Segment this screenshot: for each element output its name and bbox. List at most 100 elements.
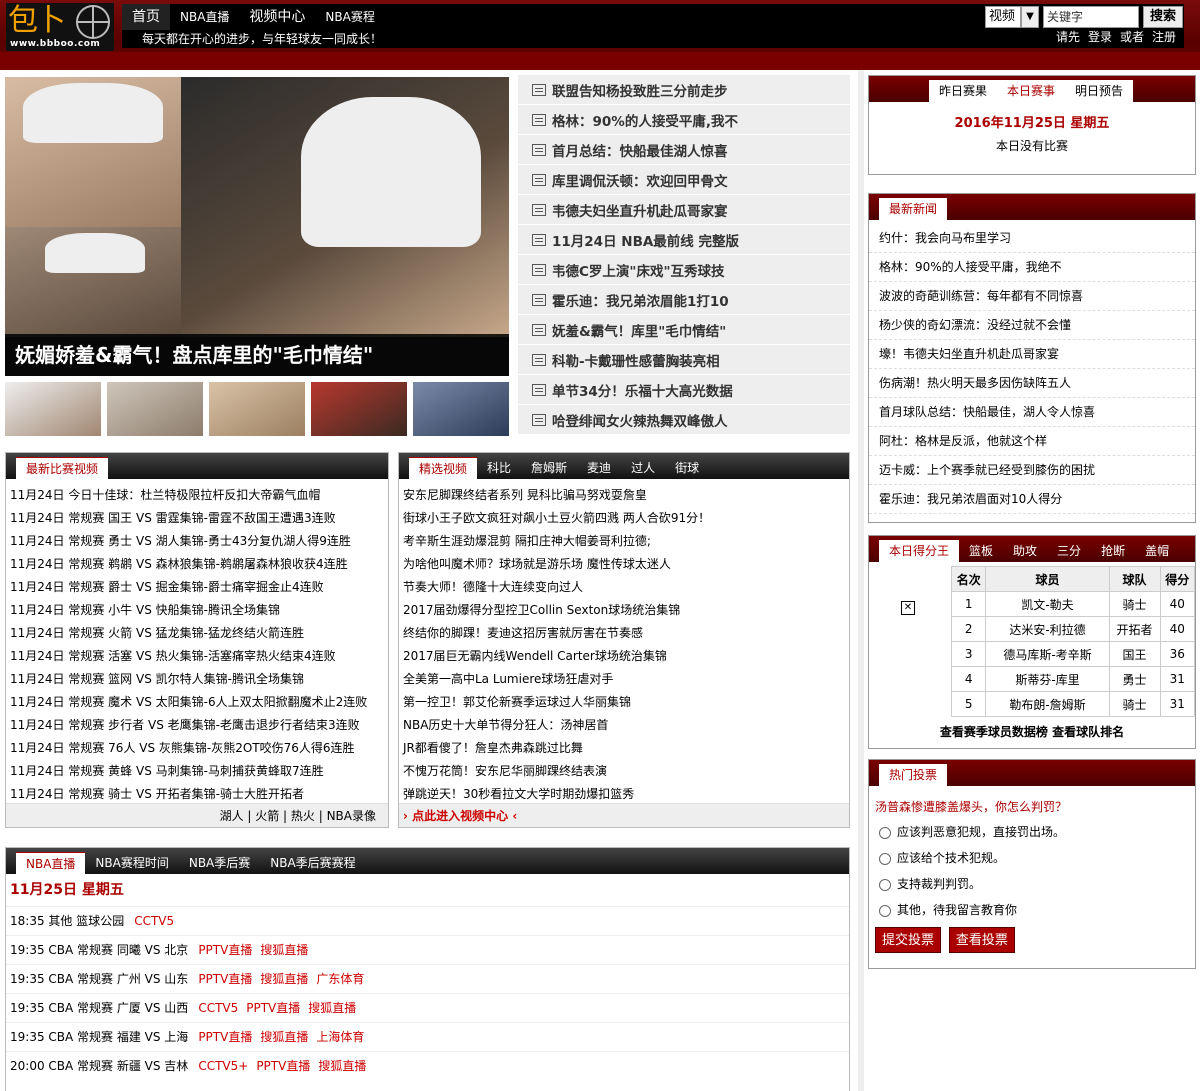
featured-video-footer[interactable]: › 点此进入视频中心 ‹ [399, 803, 849, 827]
login-link[interactable]: 登录 [1088, 30, 1112, 44]
video-row[interactable]: 11月24日 常规赛 火箭 VS 猛龙集锦-猛龙终结火箭连胜 [6, 622, 388, 645]
tab-scorers-5[interactable]: 盖帽 [1135, 540, 1179, 562]
live-stream-link[interactable]: CCTV5+ [198, 1059, 248, 1073]
video-row[interactable]: 2017届巨无霸内线Wendell Carter球场统治集锦 [399, 645, 849, 668]
live-stream-link[interactable]: PPTV直播 [246, 1001, 300, 1015]
headline-text[interactable]: 韦德夫妇坐直升机赴瓜哥家宴 [552, 200, 728, 220]
video-row[interactable]: 安东尼脚踝终结者系列 晃科比骗马努戏耍詹皇 [399, 484, 849, 507]
live-stream-link[interactable]: PPTV直播 [198, 1030, 252, 1044]
nav-video-center[interactable]: 视频中心 [239, 4, 315, 30]
thumbnail[interactable] [413, 382, 509, 436]
tab-live-1[interactable]: NBA赛程时间 [85, 852, 178, 874]
news-item[interactable]: 首月球队总结：快船最佳，湖人令人惊喜 [869, 398, 1195, 427]
headline-text[interactable]: 库里调侃沃顿：欢迎回甲骨文 [552, 170, 728, 190]
tab-featured-1[interactable]: 科比 [477, 457, 521, 479]
register-link[interactable]: 注册 [1152, 30, 1176, 44]
headline-item[interactable]: 科勒-卡戴珊性感蕾胸装亮相 [518, 345, 850, 375]
video-center-link[interactable]: 点此进入视频中心 [412, 809, 508, 823]
headline-item[interactable]: 霍乐迪：我兄弟浓眉能1打10 [518, 285, 850, 315]
nav-nba-schedule[interactable]: NBA赛程 [315, 4, 384, 30]
news-item[interactable]: 约什：我会向马布里学习 [869, 224, 1195, 253]
live-stream-link[interactable]: PPTV直播 [198, 943, 252, 957]
live-stream-link[interactable]: 广东体育 [316, 972, 364, 986]
tab-live-2[interactable]: NBA季后赛 [179, 852, 260, 874]
headline-text[interactable]: 哈登绯闻女火辣热舞双峰傲人 [552, 410, 728, 430]
news-item[interactable]: 壕！韦德夫妇坐直升机赴瓜哥家宴 [869, 340, 1195, 369]
headline-text[interactable]: 11月24日 NBA最前线 完整版 [552, 230, 739, 250]
video-row[interactable]: 11月24日 常规赛 步行者 VS 老鹰集锦-老鹰击退步行者结束3连败 [6, 714, 388, 737]
radio-button[interactable] [879, 904, 891, 917]
tab-scorers-0[interactable]: 本日得分王 [879, 540, 960, 562]
poll-option[interactable]: 其他，待我留言教育你 [869, 897, 1195, 923]
thumbnail[interactable] [5, 382, 101, 436]
headline-item[interactable]: 哈登绯闻女火辣热舞双峰傲人 [518, 405, 850, 435]
tab-scorers-4[interactable]: 抢断 [1091, 540, 1135, 562]
thumbnail[interactable] [311, 382, 407, 436]
headline-item[interactable]: 格林：90%的人接受平庸,我不 [518, 105, 850, 135]
video-row[interactable]: 全美第一高中La Lumiere球场狂虐对手 [399, 668, 849, 691]
thumbnail[interactable] [209, 382, 305, 436]
live-stream-link[interactable]: 搜狐直播 [260, 943, 308, 957]
submit-vote-button[interactable]: 提交投票 [875, 927, 942, 953]
headline-text[interactable]: 韦德C罗上演"床戏"互秀球技 [552, 260, 724, 280]
radio-button[interactable] [879, 826, 891, 839]
live-stream-link[interactable]: PPTV直播 [256, 1059, 310, 1073]
headline-item[interactable]: 联盟告知杨投致胜三分前走步 [518, 75, 850, 105]
headline-item[interactable]: 韦德C罗上演"床戏"互秀球技 [518, 255, 850, 285]
chevron-down-icon[interactable]: ▼ [1021, 6, 1039, 28]
headline-item[interactable]: 11月24日 NBA最前线 完整版 [518, 225, 850, 255]
news-item[interactable]: 迈卡威：上个赛季就已经受到膝伤的困扰 [869, 456, 1195, 485]
tab-scorers-1[interactable]: 篮板 [959, 540, 1003, 562]
video-row[interactable]: 11月24日 常规赛 国王 VS 雷霆集锦-雷霆不敌国王遭遇3连败 [6, 507, 388, 530]
tab-scorers-2[interactable]: 助攻 [1003, 540, 1047, 562]
hero-caption[interactable]: 妩媚娇羞&霸气！盘点库里的"毛巾情结" [5, 334, 509, 376]
news-item[interactable]: 阿杜：格林是反派，他就这个样 [869, 427, 1195, 456]
poll-option[interactable]: 应该判恶意犯规，直接罚出场。 [869, 819, 1195, 845]
video-row[interactable]: 11月24日 常规赛 爵士 VS 掘金集锦-爵士痛宰掘金止4连败 [6, 576, 388, 599]
live-stream-link[interactable]: 搜狐直播 [260, 972, 308, 986]
headline-text[interactable]: 联盟告知杨投致胜三分前走步 [552, 80, 728, 100]
news-item[interactable]: 波波的奇葩训练营：每年都有不同惊喜 [869, 282, 1195, 311]
live-stream-link[interactable]: 搜狐直播 [308, 1001, 356, 1015]
live-stream-link[interactable]: CCTV5 [198, 1001, 238, 1015]
video-row[interactable]: 终结你的脚踝！麦迪这招厉害就厉害在节奏感 [399, 622, 849, 645]
site-logo[interactable]: 包卜 www.bbboo.com [6, 3, 114, 51]
tab-featured-5[interactable]: 街球 [665, 457, 709, 479]
headline-item[interactable]: 韦德夫妇坐直升机赴瓜哥家宴 [518, 195, 850, 225]
tab-featured-2[interactable]: 詹姆斯 [521, 457, 577, 479]
headline-item[interactable]: 单节34分！乐福十大高光数据 [518, 375, 850, 405]
tab-featured-3[interactable]: 麦迪 [577, 457, 621, 479]
live-stream-link[interactable]: PPTV直播 [198, 972, 252, 986]
season-player-stats-link[interactable]: 查看赛季球员数据榜 [940, 725, 1048, 739]
news-item[interactable]: 伤病潮！热火明天最多因伤缺阵五人 [869, 369, 1195, 398]
video-row[interactable]: 2017届劲爆得分型控卫Collin Sexton球场统治集锦 [399, 599, 849, 622]
video-row[interactable]: 第一控卫！郭艾伦新赛季运球过人华丽集锦 [399, 691, 849, 714]
headline-text[interactable]: 霍乐迪：我兄弟浓眉能1打10 [552, 290, 729, 310]
poll-option[interactable]: 支持裁判判罚。 [869, 871, 1195, 897]
news-item[interactable]: 杨少侠的奇幻漂流：没经过就不会懂 [869, 311, 1195, 340]
tab-games-1[interactable]: 本日赛事 [997, 80, 1066, 102]
latest-video-footer[interactable]: 湖人 | 火箭 | 热火 | NBA录像 [6, 803, 388, 827]
nav-nba-live[interactable]: NBA直播 [170, 4, 239, 30]
news-item[interactable]: 霍乐迪：我兄弟浓眉面对10人得分 [869, 485, 1195, 514]
search-button[interactable]: 搜索 [1143, 6, 1183, 28]
video-row[interactable]: 11月24日 常规赛 小牛 VS 快船集锦-腾讯全场集锦 [6, 599, 388, 622]
video-row[interactable]: 11月24日 常规赛 勇士 VS 湖人集锦-勇士43分复仇湖人得9连胜 [6, 530, 388, 553]
tab-latest-video[interactable]: 最新比赛视频 [16, 457, 109, 479]
live-stream-link[interactable]: 上海体育 [316, 1030, 364, 1044]
tab-featured-4[interactable]: 过人 [621, 457, 665, 479]
video-row[interactable]: 不愧万花筒！安东尼华丽脚踝终结表演 [399, 760, 849, 783]
nav-home[interactable]: 首页 [122, 4, 170, 30]
tab-live-3[interactable]: NBA季后赛赛程 [260, 852, 365, 874]
headline-item[interactable]: 库里调侃沃顿：欢迎回甲骨文 [518, 165, 850, 195]
tab-scorers-3[interactable]: 三分 [1047, 540, 1091, 562]
headline-text[interactable]: 单节34分！乐福十大高光数据 [552, 380, 733, 400]
table-cell[interactable]: 勒布朗-詹姆斯 [985, 691, 1110, 717]
tab-games-0[interactable]: 昨日赛果 [929, 80, 998, 102]
table-cell[interactable]: 德马库斯-考辛斯 [985, 641, 1110, 667]
search-input[interactable]: 关键字 [1043, 6, 1139, 28]
headline-text[interactable]: 科勒-卡戴珊性感蕾胸装亮相 [552, 350, 720, 370]
live-stream-link[interactable]: 搜狐直播 [260, 1030, 308, 1044]
video-row[interactable]: 11月24日 常规赛 活塞 VS 热火集锦-活塞痛宰热火结束4连败 [6, 645, 388, 668]
headline-text[interactable]: 妩羞&霸气！库里"毛巾情结" [552, 320, 726, 340]
